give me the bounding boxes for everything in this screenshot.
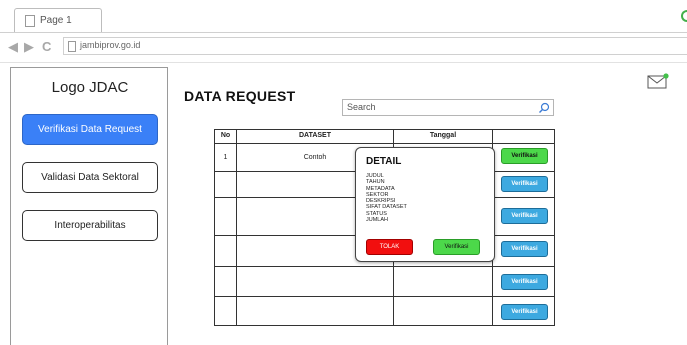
verify-button[interactable]: Verifikasi — [501, 304, 548, 320]
reject-button[interactable]: TOLAK — [366, 239, 413, 255]
sidebar: Logo JDAC Verifikasi Data Request Valida… — [10, 67, 168, 345]
verify-button[interactable]: Verifikasi — [501, 241, 548, 257]
column-header-tanggal: Tanggal — [429, 132, 457, 139]
loading-icon — [681, 10, 687, 22]
sidebar-item-interoperabilitas[interactable]: Interoperabilitas — [22, 210, 158, 241]
table-divider — [215, 296, 554, 297]
sidebar-item-validasi-data-sektoral[interactable]: Validasi Data Sektoral — [22, 162, 158, 193]
detail-popup: DETAIL JUDUL TAHUN METADATA SEKTOR DESKR… — [355, 147, 495, 262]
forward-arrow-icon[interactable]: ▶ — [24, 38, 34, 56]
search-icon[interactable] — [538, 102, 550, 114]
row-1-no: 1 — [223, 154, 228, 161]
refresh-icon[interactable]: C — [42, 38, 51, 56]
search-placeholder: Search — [347, 102, 376, 112]
browser-tab[interactable]: Page 1 — [14, 8, 102, 33]
page-icon — [68, 41, 76, 52]
popup-verify-button[interactable]: Verifikasi — [433, 239, 480, 255]
chrome-divider — [0, 62, 687, 63]
address-url: jambiprov.go.id — [80, 40, 141, 50]
logo: Logo JDAC — [51, 79, 129, 96]
column-header-no: No — [220, 132, 231, 139]
detail-field: SIFAT DATASET — [366, 204, 407, 211]
verify-button[interactable]: Verifikasi — [501, 176, 548, 192]
detail-field: JUMLAH — [366, 217, 389, 224]
verify-button[interactable]: Verifikasi — [501, 208, 548, 224]
mail-icon[interactable] — [647, 73, 669, 89]
tab-title: Page 1 — [40, 15, 72, 26]
table-divider — [215, 266, 554, 267]
sidebar-item-verifikasi-data-request[interactable]: Verifikasi Data Request — [22, 114, 158, 145]
page-title: DATA REQUEST — [184, 88, 296, 104]
detail-field-list: JUDUL TAHUN METADATA SEKTOR DESKRIPSI SI… — [366, 173, 407, 223]
popup-title: DETAIL — [366, 156, 402, 167]
back-arrow-icon[interactable]: ◀ — [8, 38, 18, 56]
address-bar[interactable]: jambiprov.go.id — [63, 37, 687, 55]
page-icon — [25, 15, 35, 27]
search-input[interactable]: Search — [342, 99, 554, 116]
table-divider — [215, 143, 554, 144]
column-header-dataset: DATASET — [298, 132, 332, 139]
verify-button[interactable]: Verifikasi — [501, 274, 548, 290]
verify-button[interactable]: Verifikasi — [501, 148, 548, 164]
tab-divider — [0, 32, 687, 33]
